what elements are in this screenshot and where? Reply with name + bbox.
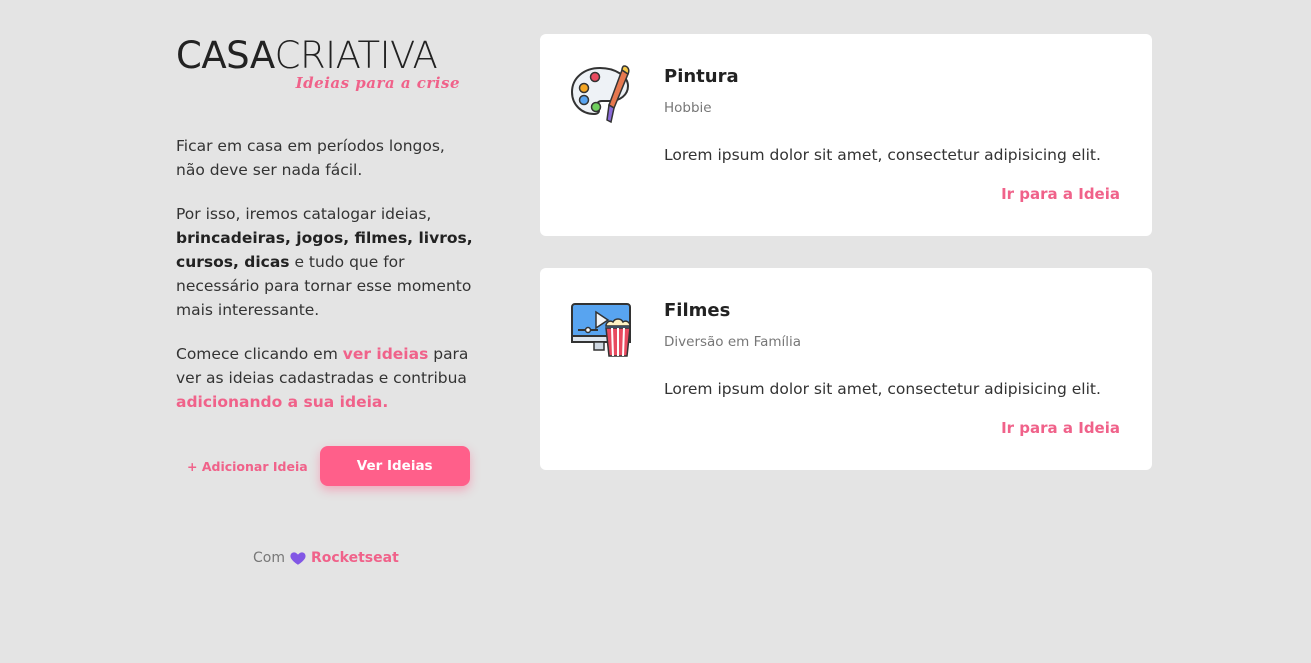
logo-tagline: Ideias para a crise	[295, 74, 460, 92]
idea-category: Hobbie	[664, 100, 712, 116]
idea-description: Lorem ipsum dolor sit amet, consectetur …	[664, 146, 1101, 164]
add-idea-button[interactable]: + Adicionar Ideia	[187, 459, 308, 474]
intro-paragraph-1: Ficar em casa em períodos longos, não de…	[176, 137, 445, 179]
go-to-idea-link[interactable]: Ir para a Ideia	[1001, 185, 1120, 203]
actions: + Adicionar Ideia Ver Ideias	[187, 446, 470, 486]
footer: Com Rocketseat	[253, 549, 399, 567]
view-ideas-button[interactable]: Ver Ideias	[319, 446, 470, 486]
footer-prefix: Com	[253, 550, 285, 566]
palette-icon	[570, 64, 634, 128]
idea-card: Filmes Diversão em Família Lorem ipsum d…	[540, 268, 1152, 470]
intro-paragraph-3: Comece clicando em ver ideias para ver a…	[176, 342, 476, 414]
go-to-idea-link[interactable]: Ir para a Ideia	[1001, 419, 1120, 437]
idea-description: Lorem ipsum dolor sit amet, consectetur …	[664, 380, 1101, 398]
heart-icon	[289, 549, 307, 567]
intro-p3-start: Comece clicando em	[176, 345, 343, 363]
idea-card: Pintura Hobbie Lorem ipsum dolor sit ame…	[540, 34, 1152, 236]
intro-ver-ideias-highlight: ver ideias	[342, 345, 429, 363]
idea-title: Pintura	[664, 66, 739, 87]
movie-popcorn-icon	[570, 298, 634, 362]
sidebar: CASACRIATIVA Ideias para a crise Ficar e…	[176, 36, 476, 434]
idea-category: Diversão em Família	[664, 334, 802, 350]
page: CASACRIATIVA Ideias para a crise Ficar e…	[0, 0, 1311, 663]
logo[interactable]: CASACRIATIVA Ideias para a crise	[176, 36, 468, 100]
intro-text: Ficar em casa em períodos longos, não de…	[176, 134, 476, 414]
logo-casa: CASA	[176, 34, 275, 77]
footer-brand-link[interactable]: Rocketseat	[311, 550, 399, 566]
logo-criativa: CRIATIVA	[274, 34, 438, 77]
idea-title: Filmes	[664, 300, 731, 321]
intro-p2-start: Por isso, iremos catalogar ideias,	[176, 205, 432, 223]
intro-adicionando-highlight: adicionando a sua ideia.	[176, 393, 389, 411]
logo-text: CASACRIATIVA	[176, 34, 438, 77]
intro-paragraph-2: Por isso, iremos catalogar ideias, brinc…	[176, 202, 476, 322]
